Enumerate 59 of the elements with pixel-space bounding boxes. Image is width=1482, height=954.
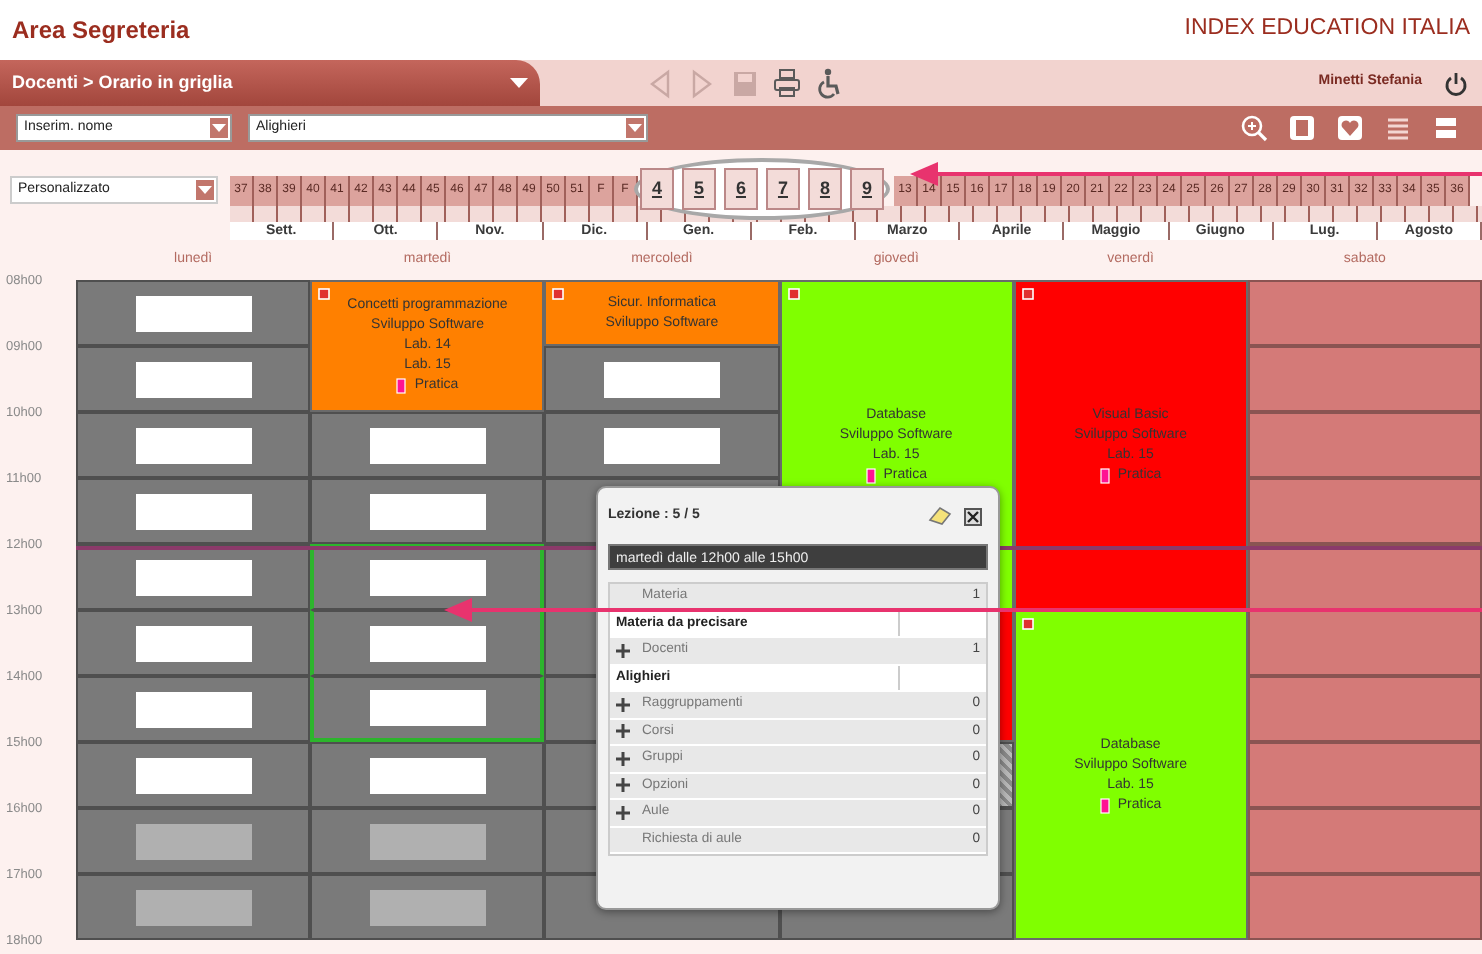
expand-icon[interactable] [616, 805, 630, 820]
schedule-cell[interactable] [310, 676, 545, 742]
list-icon [1384, 114, 1412, 142]
schedule-cell[interactable] [76, 280, 311, 346]
schedule-cell[interactable] [76, 610, 311, 676]
schedule-cell[interactable] [76, 544, 311, 610]
print-icon [772, 67, 802, 99]
week-button[interactable]: 9 [850, 168, 884, 210]
schedule-cell[interactable] [310, 412, 545, 478]
save-icon [730, 67, 760, 99]
schedule-cell[interactable] [310, 544, 545, 610]
flag-icon [552, 288, 565, 300]
caret-icon [510, 78, 528, 88]
schedule-cell[interactable] [310, 478, 545, 544]
brand-name: INDEX EDUCATION ITALIA [1184, 14, 1470, 45]
accessibility-icon [814, 67, 844, 99]
heart-icon [1336, 114, 1364, 142]
expand-icon[interactable] [616, 778, 630, 793]
tag-icon [865, 467, 876, 483]
layout-icon [1432, 114, 1460, 142]
schedule-cell[interactable] [76, 874, 311, 940]
zoom-icon [1240, 114, 1268, 142]
flag-icon [1021, 288, 1034, 300]
week-button[interactable]: 5 [682, 168, 716, 210]
schedule-cell[interactable] [310, 874, 545, 940]
schedule-cell[interactable] [76, 478, 311, 544]
schedule-cell[interactable] [544, 412, 780, 478]
schedule-cell[interactable] [310, 742, 545, 808]
schedule-cell[interactable] [76, 742, 311, 808]
power-icon [1444, 71, 1468, 95]
document-icon [1288, 114, 1316, 142]
schedule-cell[interactable] [544, 346, 780, 412]
expand-icon[interactable] [616, 697, 630, 712]
schedule-cell[interactable] [310, 808, 545, 874]
schedule-cell[interactable] [76, 808, 311, 874]
schedule-cell[interactable] [310, 610, 545, 676]
tag-icon [1099, 467, 1110, 483]
expand-icon[interactable] [616, 643, 630, 658]
week-button[interactable]: 8 [808, 168, 842, 210]
week-button[interactable]: 4 [640, 168, 674, 210]
week-button[interactable]: 7 [766, 168, 800, 210]
expand-icon[interactable] [616, 724, 630, 739]
close-icon [964, 507, 982, 525]
expand-icon[interactable] [616, 751, 630, 766]
caret-icon [628, 124, 642, 132]
caret-icon [198, 186, 212, 194]
schedule-cell[interactable] [76, 676, 311, 742]
schedule-cell[interactable] [76, 346, 311, 412]
flag-icon [1021, 618, 1034, 630]
app-title: Area Segreteria [12, 14, 190, 48]
eraser-icon [928, 506, 952, 526]
flag-icon [318, 288, 331, 300]
week-button[interactable]: 6 [724, 168, 758, 210]
schedule-cell[interactable] [76, 412, 311, 478]
tag-icon [396, 378, 407, 394]
caret-icon [212, 124, 226, 132]
flag-icon [787, 288, 800, 300]
breadcrumb-tab[interactable]: Docenti > Orario in griglia [0, 60, 540, 106]
tag-icon [1099, 797, 1110, 813]
